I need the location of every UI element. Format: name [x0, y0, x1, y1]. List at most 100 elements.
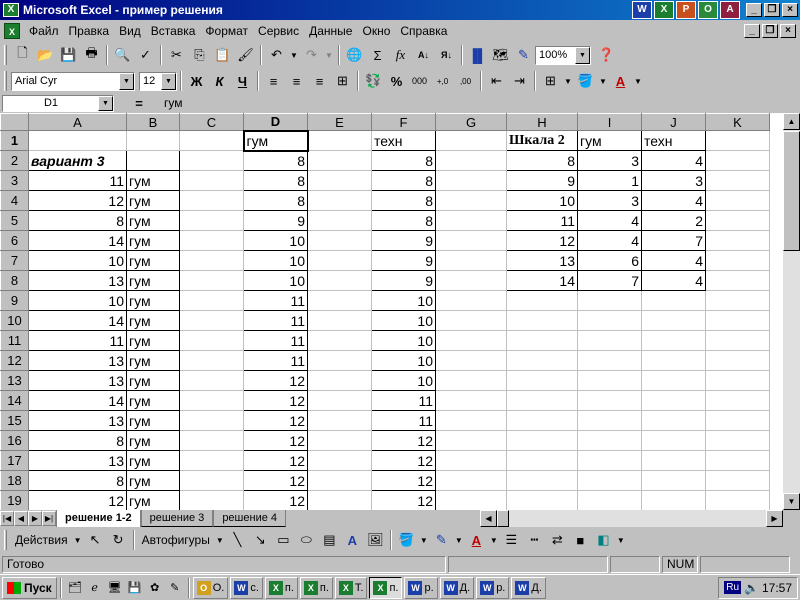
name-box[interactable]: D1 ▼: [2, 94, 114, 112]
cell[interactable]: 12: [243, 430, 308, 451]
row-header[interactable]: 4: [0, 190, 29, 211]
cell[interactable]: [577, 470, 642, 491]
taskbar-button[interactable]: Xп.: [299, 576, 333, 599]
cell[interactable]: [435, 310, 507, 331]
font-color-icon[interactable]: A: [609, 70, 632, 92]
cell[interactable]: Шкала 2: [506, 130, 578, 151]
actions-dropdown-icon[interactable]: ▼: [72, 529, 84, 551]
cell[interactable]: 11: [243, 290, 308, 311]
cell[interactable]: [307, 430, 372, 451]
cell[interactable]: [641, 290, 706, 311]
menu-tools[interactable]: Сервис: [253, 22, 304, 40]
cell[interactable]: 9: [243, 210, 308, 231]
word-shortcut-icon[interactable]: W: [632, 1, 652, 19]
cell[interactable]: гум: [126, 450, 180, 471]
preview-icon[interactable]: 🔍: [111, 44, 134, 66]
cell[interactable]: 8: [243, 170, 308, 191]
cell[interactable]: [506, 330, 578, 351]
fill-color-draw-dropdown-icon[interactable]: ▼: [418, 529, 430, 551]
row-header[interactable]: 17: [0, 450, 29, 471]
sheet-tab-reshenie-1-2[interactable]: решение 1-2: [56, 510, 141, 527]
cell[interactable]: 9: [371, 270, 436, 291]
italic-button[interactable]: К: [208, 70, 231, 92]
menu-help[interactable]: Справка: [395, 22, 452, 40]
line-color-icon[interactable]: ✎: [430, 529, 453, 551]
cell[interactable]: [28, 130, 127, 151]
row-header[interactable]: 18: [0, 470, 29, 491]
cell[interactable]: [435, 450, 507, 471]
column-header[interactable]: E: [307, 113, 372, 131]
font-color-dropdown-icon[interactable]: ▼: [632, 70, 644, 92]
wordart-icon[interactable]: A: [341, 529, 364, 551]
row-header[interactable]: 11: [0, 330, 29, 351]
workbook-close-icon[interactable]: ×: [780, 24, 796, 38]
cell[interactable]: 2: [641, 210, 706, 231]
menu-insert[interactable]: Вставка: [146, 22, 201, 40]
cell[interactable]: [179, 170, 244, 191]
currency-icon[interactable]: 💱: [362, 70, 385, 92]
underline-button[interactable]: Ч: [231, 70, 254, 92]
row-header[interactable]: 15: [0, 410, 29, 431]
cell[interactable]: [705, 330, 770, 351]
cell[interactable]: [307, 210, 372, 231]
sort-descending-icon[interactable]: Я↓: [435, 44, 458, 66]
cell[interactable]: [705, 270, 770, 291]
font-color-draw-icon[interactable]: A: [465, 529, 488, 551]
cell[interactable]: [506, 470, 578, 491]
cell[interactable]: [307, 130, 372, 151]
font-color-draw-dropdown-icon[interactable]: ▼: [488, 529, 500, 551]
cell[interactable]: 10: [28, 290, 127, 311]
dash-style-icon[interactable]: ┅: [523, 529, 546, 551]
cell[interactable]: 8: [28, 430, 127, 451]
cell[interactable]: [705, 490, 770, 510]
cell[interactable]: [577, 310, 642, 331]
cell[interactable]: 10: [243, 230, 308, 251]
cell[interactable]: гум: [126, 230, 180, 251]
cell[interactable]: гум: [126, 250, 180, 271]
autoshapes-dropdown-icon[interactable]: ▼: [214, 529, 226, 551]
hyperlink-icon[interactable]: 🌐: [343, 44, 366, 66]
sort-ascending-icon[interactable]: A↓: [412, 44, 435, 66]
cell[interactable]: 10: [243, 270, 308, 291]
cell[interactable]: 4: [641, 190, 706, 211]
cell[interactable]: [307, 490, 372, 510]
first-sheet-icon[interactable]: |◀: [0, 511, 14, 526]
cell[interactable]: 12: [371, 490, 436, 510]
cell[interactable]: [179, 150, 244, 171]
close-icon[interactable]: ×: [782, 3, 798, 17]
cell[interactable]: 8: [371, 150, 436, 171]
cell[interactable]: [705, 450, 770, 471]
cell[interactable]: [179, 470, 244, 491]
cell[interactable]: 13: [28, 270, 127, 291]
cell[interactable]: [307, 170, 372, 191]
cell[interactable]: [179, 310, 244, 331]
cell[interactable]: [641, 330, 706, 351]
redo-dropdown-icon[interactable]: ▼: [323, 44, 335, 66]
cell[interactable]: 14: [28, 390, 127, 411]
cell[interactable]: гум: [126, 430, 180, 451]
office-assistant-icon[interactable]: ❓: [595, 44, 618, 66]
cell[interactable]: [435, 330, 507, 351]
cell[interactable]: [435, 470, 507, 491]
cell[interactable]: 12: [371, 430, 436, 451]
powerpoint-shortcut-icon[interactable]: P: [676, 1, 696, 19]
cell[interactable]: [577, 290, 642, 311]
cell[interactable]: гум: [126, 310, 180, 331]
cell[interactable]: 11: [28, 330, 127, 351]
arrow-style-icon[interactable]: ⇄: [546, 529, 569, 551]
last-sheet-icon[interactable]: ▶|: [42, 511, 56, 526]
cell[interactable]: [435, 490, 507, 510]
cut-icon[interactable]: ✂: [165, 44, 188, 66]
toolbar-grip[interactable]: [4, 530, 7, 550]
cell[interactable]: [435, 170, 507, 191]
cell[interactable]: [577, 410, 642, 431]
menu-data[interactable]: Данные: [304, 22, 357, 40]
cell[interactable]: [435, 290, 507, 311]
cell[interactable]: 12: [371, 470, 436, 491]
cell[interactable]: 8: [506, 150, 578, 171]
next-sheet-icon[interactable]: ▶: [28, 511, 42, 526]
oval-icon[interactable]: ⬭: [295, 529, 318, 551]
column-header[interactable]: F: [371, 113, 436, 131]
cell[interactable]: [179, 230, 244, 251]
scroll-up-icon[interactable]: ▲: [783, 113, 800, 130]
